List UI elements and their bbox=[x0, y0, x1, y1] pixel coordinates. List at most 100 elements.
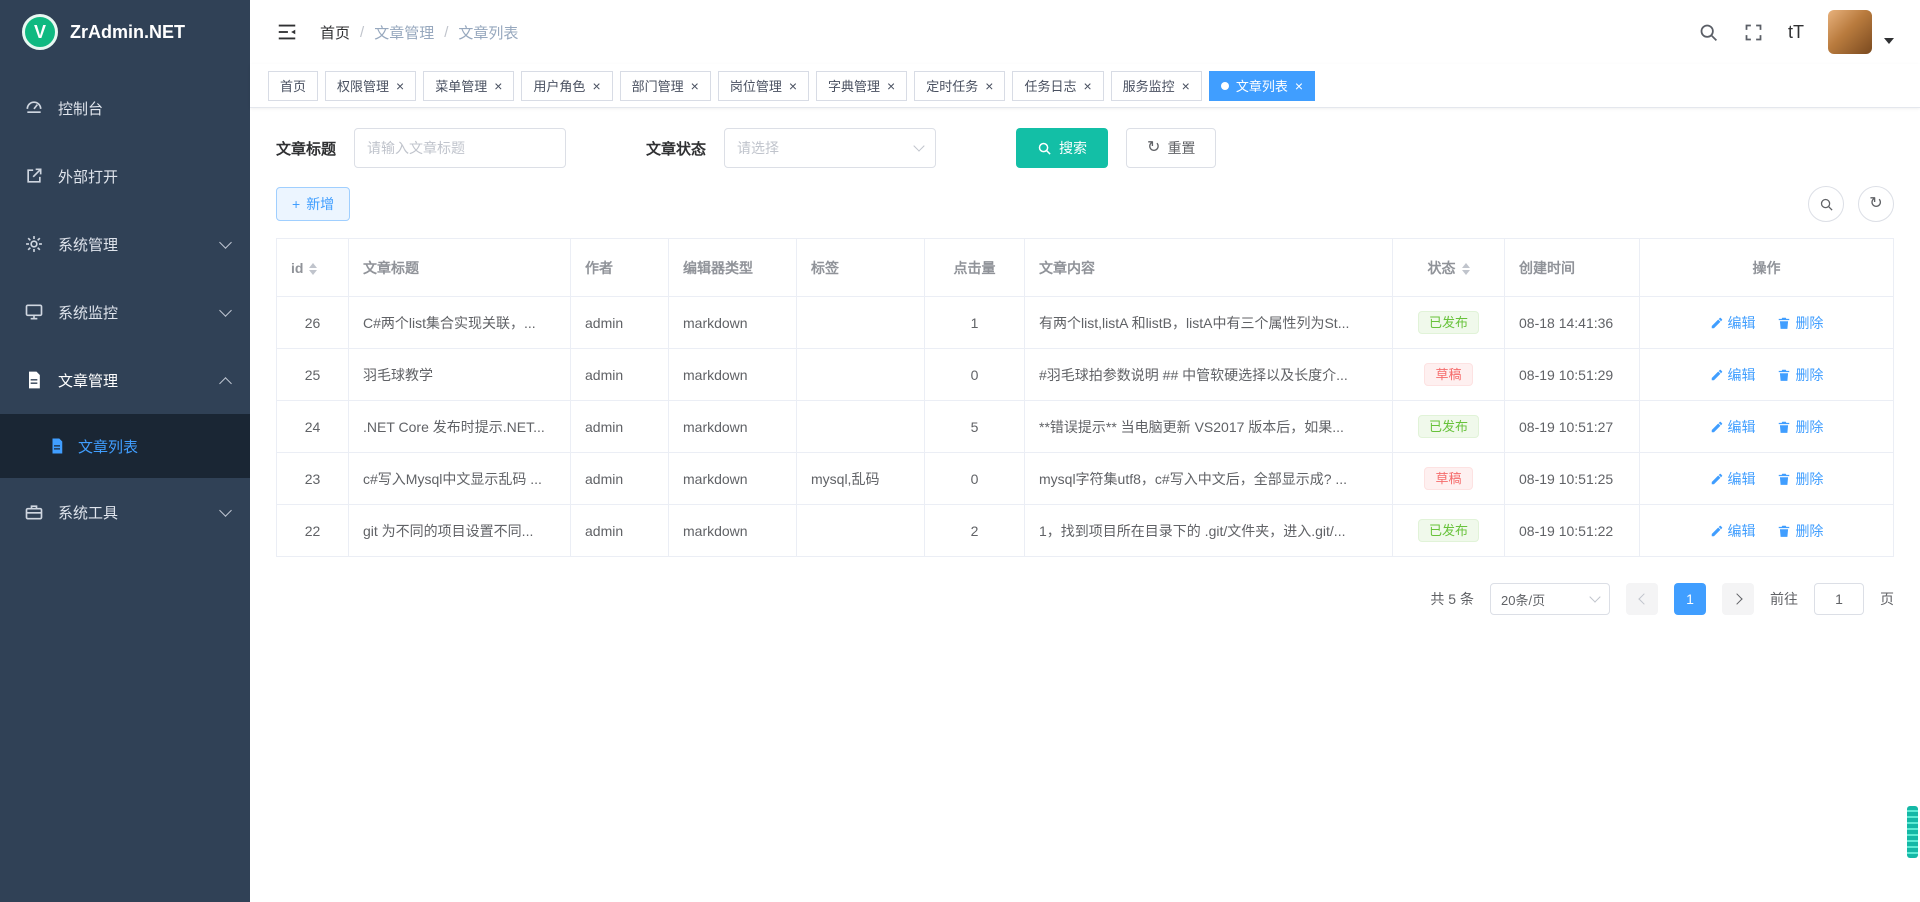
font-size-icon[interactable]: tT bbox=[1788, 22, 1804, 43]
sidebar-menu: 控制台 外部打开 系统管理 系统监控 文章管理 文章列表 bbox=[0, 64, 250, 546]
cell-hits: 1 bbox=[925, 297, 1025, 349]
tab-close-icon[interactable]: × bbox=[1182, 79, 1190, 93]
tab-close-icon[interactable]: × bbox=[1083, 79, 1091, 93]
toggle-search-button[interactable] bbox=[1808, 186, 1844, 222]
edit-button[interactable]: 编辑 bbox=[1710, 365, 1756, 385]
tab-cron[interactable]: 定时任务× bbox=[914, 71, 1005, 101]
edit-icon bbox=[1710, 524, 1724, 538]
goto-page-input[interactable] bbox=[1814, 583, 1864, 615]
sidebar-item-article[interactable]: 文章管理 bbox=[0, 346, 250, 414]
document-icon bbox=[48, 437, 66, 455]
document-icon bbox=[24, 370, 44, 390]
reset-button-label: 重置 bbox=[1167, 138, 1195, 158]
add-button[interactable]: + 新增 bbox=[276, 187, 350, 221]
edit-button[interactable]: 编辑 bbox=[1710, 313, 1756, 333]
tab-close-icon[interactable]: × bbox=[691, 79, 699, 93]
sidebar-subitem-article-list[interactable]: 文章列表 bbox=[0, 414, 250, 478]
column-header-content: 文章内容 bbox=[1025, 239, 1393, 297]
tab-dict[interactable]: 字典管理 × bbox=[816, 71, 907, 101]
column-header-status[interactable]: 状态 bbox=[1393, 239, 1505, 297]
floating-scroll-widget[interactable] bbox=[1907, 806, 1918, 858]
tab-close-icon[interactable]: × bbox=[396, 79, 404, 93]
delete-button[interactable]: 删除 bbox=[1777, 521, 1823, 541]
prev-page-button[interactable] bbox=[1626, 583, 1658, 615]
tab-close-icon[interactable]: × bbox=[1295, 79, 1303, 93]
pagination-total: 共 5 条 bbox=[1430, 589, 1474, 609]
cell-title: git 为不同的项目设置不同... bbox=[349, 505, 571, 557]
sidebar-collapse-icon[interactable] bbox=[276, 21, 298, 43]
tab-menu-manage[interactable]: 菜单管理× bbox=[423, 71, 514, 101]
search-icon[interactable] bbox=[1698, 22, 1719, 43]
delete-button[interactable]: 删除 bbox=[1777, 365, 1823, 385]
cell-id: 25 bbox=[277, 349, 349, 401]
tab-post[interactable]: 岗位管理× bbox=[718, 71, 809, 101]
cell-editor: markdown bbox=[669, 401, 797, 453]
cell-id: 23 bbox=[277, 453, 349, 505]
table-toolbar: + 新增 ↻ bbox=[276, 186, 1894, 222]
sidebar-submenu-article: 文章列表 bbox=[0, 414, 250, 478]
tab-service-monitor[interactable]: 服务监控× bbox=[1111, 71, 1202, 101]
cell-title: .NET Core 发布时提示.NET... bbox=[349, 401, 571, 453]
tab-user-role[interactable]: 用户角色× bbox=[521, 71, 612, 101]
column-header-id[interactable]: id bbox=[277, 239, 349, 297]
cell-status: 已发布 bbox=[1393, 297, 1505, 349]
external-link-icon bbox=[24, 166, 44, 186]
sidebar-item-external[interactable]: 外部打开 bbox=[0, 142, 250, 210]
avatar[interactable] bbox=[1828, 10, 1872, 54]
article-status-select[interactable]: 请选择 bbox=[724, 128, 936, 168]
breadcrumb-article-list: 文章列表 bbox=[458, 22, 518, 43]
article-title-input[interactable] bbox=[354, 128, 566, 168]
tab-department[interactable]: 部门管理× bbox=[620, 71, 711, 101]
tab-label: 文章列表 bbox=[1236, 76, 1288, 95]
cell-id: 26 bbox=[277, 297, 349, 349]
sidebar-item-label: 系统工具 bbox=[58, 502, 118, 523]
sidebar-item-system[interactable]: 系统管理 bbox=[0, 210, 250, 278]
avatar-caret-down-icon[interactable] bbox=[1884, 38, 1894, 44]
search-button[interactable]: 搜索 bbox=[1016, 128, 1108, 168]
cell-created: 08-19 10:51:22 bbox=[1505, 505, 1640, 557]
cell-editor: markdown bbox=[669, 453, 797, 505]
gear-icon bbox=[24, 234, 44, 254]
tab-home[interactable]: 首页 bbox=[268, 71, 318, 101]
cell-tags bbox=[797, 349, 925, 401]
tab-close-icon[interactable]: × bbox=[592, 79, 600, 93]
delete-button[interactable]: 删除 bbox=[1777, 469, 1823, 489]
tab-permission[interactable]: 权限管理× bbox=[325, 71, 416, 101]
sidebar-subitem-label: 文章列表 bbox=[78, 436, 138, 457]
edit-button[interactable]: 编辑 bbox=[1710, 521, 1756, 541]
sort-icon[interactable] bbox=[309, 263, 317, 275]
page-size-select[interactable]: 20条/页 bbox=[1490, 583, 1610, 615]
tab-close-icon[interactable]: × bbox=[789, 79, 797, 93]
edit-button[interactable]: 编辑 bbox=[1710, 469, 1756, 489]
reset-button[interactable]: ↻ 重置 bbox=[1126, 128, 1216, 168]
tab-close-icon[interactable]: × bbox=[494, 79, 502, 93]
edit-icon bbox=[1710, 368, 1724, 382]
fullscreen-icon[interactable] bbox=[1743, 22, 1764, 43]
table-row: 23 c#写入Mysql中文显示乱码 ... admin markdown my… bbox=[277, 453, 1894, 505]
tab-close-icon[interactable]: × bbox=[985, 79, 993, 93]
tab-close-icon[interactable]: × bbox=[887, 79, 895, 93]
sidebar-item-monitor[interactable]: 系统监控 bbox=[0, 278, 250, 346]
cell-created: 08-18 14:41:36 bbox=[1505, 297, 1640, 349]
chevron-down-icon bbox=[219, 504, 232, 517]
sidebar-item-tools[interactable]: 系统工具 bbox=[0, 478, 250, 546]
page-number-button[interactable]: 1 bbox=[1674, 583, 1706, 615]
breadcrumb-home[interactable]: 首页 bbox=[320, 22, 350, 43]
cell-created: 08-19 10:51:25 bbox=[1505, 453, 1640, 505]
delete-button[interactable]: 删除 bbox=[1777, 417, 1823, 437]
table-row: 25 羽毛球教学 admin markdown 0 #羽毛球拍参数说明 ## 中… bbox=[277, 349, 1894, 401]
app-logo[interactable]: V ZrAdmin.NET bbox=[0, 0, 250, 64]
next-page-button[interactable] bbox=[1722, 583, 1754, 615]
edit-button[interactable]: 编辑 bbox=[1710, 417, 1756, 437]
sidebar-item-dashboard[interactable]: 控制台 bbox=[0, 74, 250, 142]
trash-icon bbox=[1777, 420, 1791, 434]
sort-icon[interactable] bbox=[1462, 263, 1470, 275]
cell-actions: 编辑 删除 bbox=[1640, 453, 1894, 505]
tab-article-list[interactable]: 文章列表 × bbox=[1209, 71, 1315, 101]
logo-icon: V bbox=[22, 14, 58, 50]
delete-button[interactable]: 删除 bbox=[1777, 313, 1823, 333]
breadcrumb-article-manage[interactable]: 文章管理 bbox=[374, 22, 434, 43]
refresh-table-button[interactable]: ↻ bbox=[1858, 186, 1894, 222]
tab-label: 字典管理 bbox=[828, 76, 880, 95]
tab-task-log[interactable]: 任务日志× bbox=[1012, 71, 1103, 101]
